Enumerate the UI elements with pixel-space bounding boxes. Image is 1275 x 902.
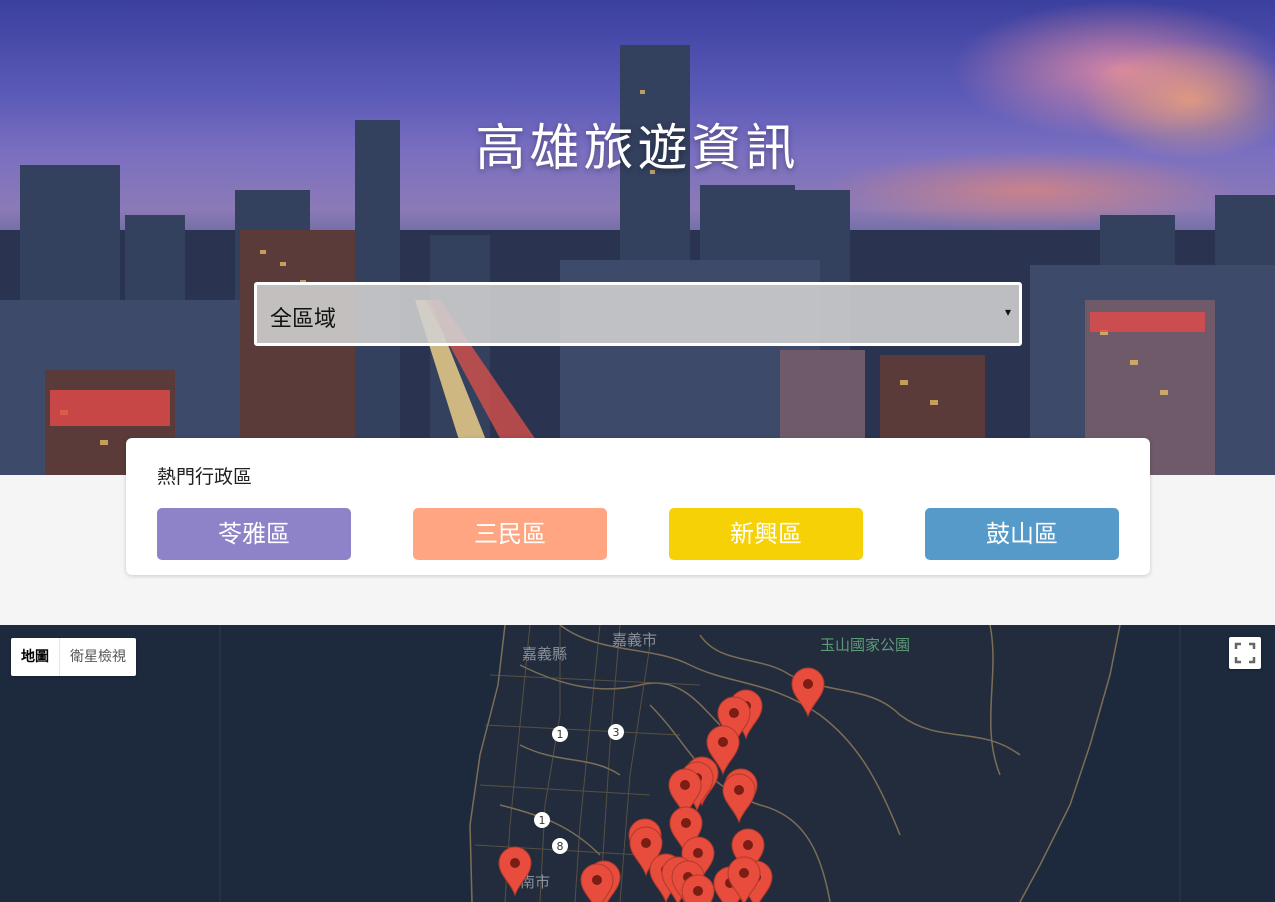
fullscreen-button[interactable] bbox=[1229, 637, 1261, 669]
city-skyline-image bbox=[0, 45, 1275, 475]
district-button-sanmin[interactable]: 三民區 bbox=[413, 508, 607, 560]
map-type-satellite[interactable]: 衛星檢視 bbox=[60, 638, 136, 676]
chevron-down-icon: ▾ bbox=[1004, 305, 1011, 319]
map-type-roadmap[interactable]: 地圖 bbox=[11, 638, 60, 676]
attraction-marker-icon[interactable] bbox=[791, 667, 825, 718]
fullscreen-icon bbox=[1234, 642, 1256, 664]
attraction-marker-icon[interactable] bbox=[498, 846, 532, 897]
attractions-map[interactable]: 1 3 1 8 嘉義市 嘉義縣 玉山國家公園 南市 地圖 衛星檢視 bbox=[0, 625, 1275, 902]
attraction-marker-icon[interactable] bbox=[722, 773, 756, 824]
district-button-xinxing[interactable]: 新興區 bbox=[669, 508, 863, 560]
district-button-lingya[interactable]: 苓雅區 bbox=[157, 508, 351, 560]
district-button-gushan[interactable]: 鼓山區 bbox=[925, 508, 1119, 560]
popular-districts-title: 熱門行政區 bbox=[157, 466, 253, 488]
page-title: 高雄旅遊資訊 bbox=[475, 119, 800, 177]
map-markers-layer[interactable] bbox=[0, 625, 1275, 902]
map-type-control: 地圖 衛星檢視 bbox=[11, 638, 136, 676]
district-select[interactable]: 全區域 ▾ bbox=[254, 282, 1022, 346]
district-select-value: 全區域 bbox=[270, 307, 337, 332]
hero-banner: 高雄旅遊資訊 bbox=[0, 0, 1275, 475]
attraction-marker-icon[interactable] bbox=[681, 874, 715, 902]
popular-districts-card: 熱門行政區 苓雅區 三民區 新興區 鼓山區 bbox=[126, 438, 1150, 575]
